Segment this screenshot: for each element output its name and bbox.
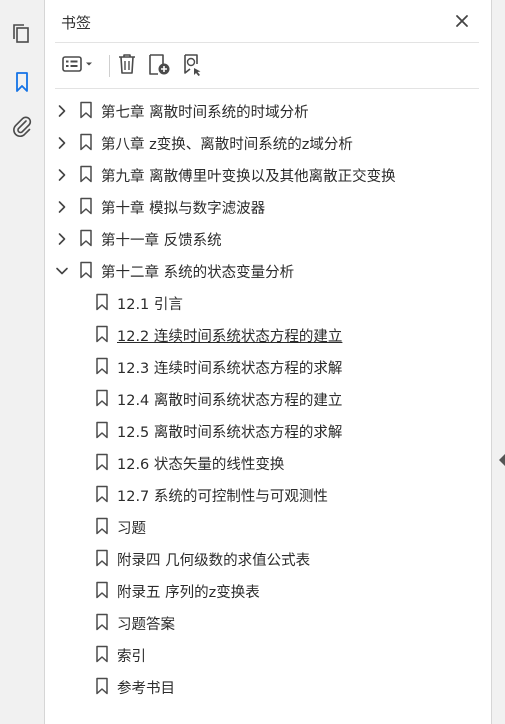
bookmarks-panel: 书签 第七章 离散时间系统的时域分析 第八章 z变换、离散时间系统的z域分析 第…	[45, 0, 491, 724]
bookmark-item[interactable]: 第十二章 系统的状态变量分析	[45, 254, 491, 286]
bookmark-label: 习题答案	[117, 617, 175, 633]
bookmark-icon	[79, 101, 93, 119]
bookmark-label: 第八章 z变换、离散时间系统的z域分析	[101, 137, 353, 153]
bookmark-label: 第七章 离散时间系统的时域分析	[101, 105, 309, 121]
bookmark-label: 第十二章 系统的状态变量分析	[101, 265, 295, 281]
bookmark-label: 12.1 引言	[117, 297, 183, 313]
document-edge	[491, 0, 505, 724]
find-current-bookmark-button[interactable]	[179, 50, 209, 82]
bookmark-label: 附录五 序列的z变换表	[117, 585, 260, 601]
navigation-rail	[0, 0, 45, 724]
attachments-icon	[11, 114, 33, 142]
panel-title: 书签	[61, 14, 92, 32]
bookmark-icon	[79, 229, 93, 247]
chevron-right-icon[interactable]	[55, 199, 69, 213]
bookmark-icon	[95, 517, 109, 535]
bookmark-item[interactable]: 习题答案	[45, 606, 491, 638]
bookmark-item[interactable]: 12.5 离散时间系统状态方程的求解	[45, 414, 491, 446]
bookmark-item[interactable]: 第七章 离散时间系统的时域分析	[45, 94, 491, 126]
bookmark-icon	[79, 165, 93, 183]
bookmark-item[interactable]: 附录四 几何级数的求值公式表	[45, 542, 491, 574]
bookmark-icon	[79, 133, 93, 151]
bookmark-label: 第十章 模拟与数字滤波器	[101, 201, 266, 217]
bookmark-item[interactable]: 第十一章 反馈系统	[45, 222, 491, 254]
bookmarks-toolbar	[55, 50, 475, 82]
bookmark-item[interactable]: 第九章 离散傅里叶变换以及其他离散正交变换	[45, 158, 491, 190]
bookmark-item[interactable]: 12.6 状态矢量的线性变换	[45, 446, 491, 478]
header-divider	[55, 42, 479, 43]
bookmark-item[interactable]: 12.3 连续时间系统状态方程的求解	[45, 350, 491, 382]
bookmark-label: 12.2 连续时间系统状态方程的建立	[117, 329, 343, 345]
bookmark-item[interactable]: 附录五 序列的z变换表	[45, 574, 491, 606]
bookmark-item[interactable]: 12.2 连续时间系统状态方程的建立	[45, 318, 491, 350]
bookmarks-icon	[12, 70, 32, 98]
close-icon	[455, 13, 469, 32]
bookmarks-button[interactable]	[6, 68, 38, 100]
bookmark-item[interactable]: 第八章 z变换、离散时间系统的z域分析	[45, 126, 491, 158]
options-menu-button[interactable]	[59, 50, 99, 82]
toolbar-divider	[109, 55, 110, 77]
bookmark-icon	[95, 453, 109, 471]
bookmark-item[interactable]: 参考书目	[45, 670, 491, 702]
bookmark-icon	[95, 645, 109, 663]
bookmark-label: 附录四 几何级数的求值公式表	[117, 553, 311, 569]
bookmark-label: 第十一章 反馈系统	[101, 233, 222, 249]
collapse-arrow-icon	[498, 452, 505, 471]
chevron-right-icon[interactable]	[55, 135, 69, 149]
bookmark-icon	[95, 485, 109, 503]
bookmark-item[interactable]: 12.7 系统的可控制性与可观测性	[45, 478, 491, 510]
bookmark-label: 12.7 系统的可控制性与可观测性	[117, 489, 328, 505]
toolbar-bottom-divider	[55, 88, 479, 89]
bookmark-item[interactable]: 习题	[45, 510, 491, 542]
bookmark-item[interactable]: 索引	[45, 638, 491, 670]
bookmark-item[interactable]: 12.1 引言	[45, 286, 491, 318]
attachments-button[interactable]	[6, 112, 38, 144]
bookmark-icon	[95, 677, 109, 695]
delete-bookmark-button[interactable]	[113, 50, 141, 82]
bookmark-icon	[95, 421, 109, 439]
bookmark-icon	[95, 389, 109, 407]
find-current-bookmark-icon	[181, 52, 207, 80]
bookmark-label: 参考书目	[117, 681, 175, 697]
bookmark-icon	[79, 197, 93, 215]
bookmark-icon	[95, 613, 109, 631]
bookmark-label: 索引	[117, 649, 146, 665]
bookmark-label: 第九章 离散傅里叶变换以及其他离散正交变换	[101, 169, 396, 185]
bookmark-label: 12.5 离散时间系统状态方程的求解	[117, 425, 343, 441]
bookmark-icon	[79, 261, 93, 279]
bookmark-label: 12.6 状态矢量的线性变换	[117, 457, 285, 473]
page-thumbnails-button[interactable]	[6, 20, 38, 52]
bookmark-icon	[95, 549, 109, 567]
bookmark-item[interactable]: 12.4 离散时间系统状态方程的建立	[45, 382, 491, 414]
bookmark-icon	[95, 293, 109, 311]
bookmark-label: 12.4 离散时间系统状态方程的建立	[117, 393, 343, 409]
page-thumbnails-icon	[11, 22, 33, 50]
chevron-down-icon[interactable]	[55, 263, 69, 277]
new-bookmark-button[interactable]	[145, 50, 175, 82]
close-panel-button[interactable]	[450, 10, 474, 34]
chevron-right-icon[interactable]	[55, 103, 69, 117]
bookmark-label: 12.3 连续时间系统状态方程的求解	[117, 361, 343, 377]
bookmark-icon	[95, 357, 109, 375]
bookmark-icon	[95, 325, 109, 343]
options-menu-icon	[61, 54, 97, 78]
bookmark-icon	[95, 581, 109, 599]
trash-icon	[116, 52, 138, 80]
bookmark-label: 习题	[117, 521, 146, 537]
bookmark-item[interactable]: 第十章 模拟与数字滤波器	[45, 190, 491, 222]
chevron-right-icon[interactable]	[55, 167, 69, 181]
collapse-panel-button[interactable]	[498, 452, 505, 466]
new-bookmark-icon	[147, 52, 173, 80]
chevron-right-icon[interactable]	[55, 231, 69, 245]
